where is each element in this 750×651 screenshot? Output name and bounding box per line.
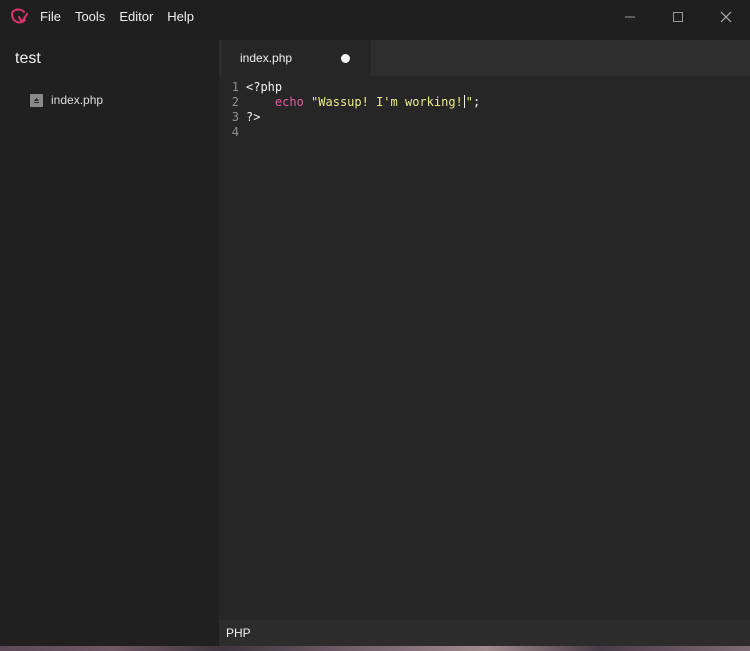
php-file-icon: [30, 93, 43, 107]
desktop-background-strip: [0, 646, 750, 651]
app-window: File Tools Editor Help test index.php in…: [0, 0, 750, 651]
line-number: 1: [231, 80, 239, 94]
file-explorer-sidebar: test index.php: [0, 34, 219, 651]
line-code: ?>: [246, 110, 261, 124]
menu-file[interactable]: File: [40, 0, 61, 34]
menu-editor[interactable]: Editor: [119, 0, 153, 34]
tab-index-php[interactable]: index.php: [222, 40, 371, 76]
window-controls: [606, 0, 750, 34]
code-line: 2 echo "Wassup! I'm working! ";: [219, 95, 750, 110]
code-line: 1 <?php: [219, 80, 750, 95]
line-code: <?php: [246, 80, 283, 94]
close-icon: [720, 11, 732, 23]
line-tail: ;: [473, 95, 481, 109]
menu-bar: File Tools Editor Help: [40, 0, 208, 34]
status-bar: PHP: [219, 620, 750, 646]
menu-tools[interactable]: Tools: [75, 0, 105, 34]
string-token: "Wassup! I'm working!: [311, 95, 463, 109]
file-item-label: index.php: [51, 93, 104, 107]
project-title: test: [15, 50, 41, 67]
line-number: 4: [231, 125, 239, 139]
string-token-end: ": [465, 95, 473, 109]
file-item-index-php[interactable]: index.php: [30, 91, 103, 109]
unsaved-indicator-icon[interactable]: [341, 54, 350, 63]
maximize-icon: [673, 12, 683, 22]
language-indicator[interactable]: PHP: [226, 626, 251, 640]
menu-help[interactable]: Help: [167, 0, 194, 34]
code-lines[interactable]: 1 <?php 2 echo "Wassup! I'm working! "; 3…: [219, 80, 750, 140]
minimize-icon: [625, 16, 635, 18]
minimize-button[interactable]: [606, 0, 654, 34]
code-editor[interactable]: index.php 1 <?php 2 echo "Wassup! I'm wo…: [219, 40, 750, 620]
tab-bar: index.php: [219, 40, 750, 76]
app-logo-icon[interactable]: [8, 6, 30, 28]
title-bar: File Tools Editor Help: [0, 0, 750, 34]
text-cursor: [463, 95, 465, 108]
close-button[interactable]: [702, 0, 750, 34]
code-line: 4: [219, 125, 750, 140]
line-number: 3: [231, 110, 239, 124]
tab-label: index.php: [240, 51, 293, 65]
maximize-button[interactable]: [654, 0, 702, 34]
keyword-token: echo: [274, 95, 304, 109]
line-number: 2: [231, 95, 239, 109]
code-line: 3 ?>: [219, 110, 750, 125]
